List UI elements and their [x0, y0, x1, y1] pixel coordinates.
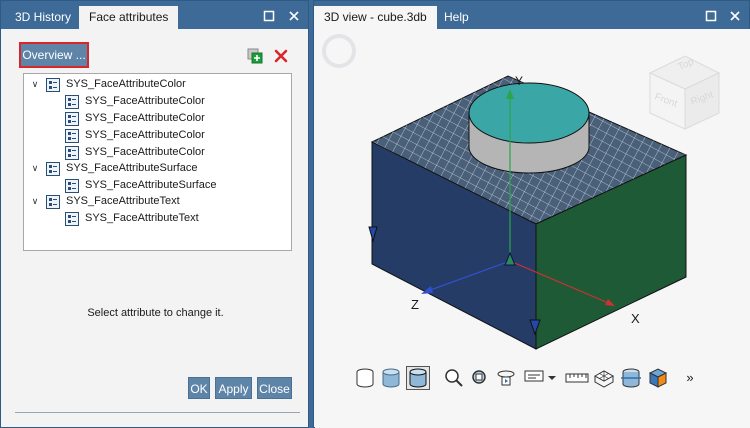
y-axis-label: Y — [515, 74, 523, 88]
add-attribute-icon[interactable] — [247, 48, 263, 64]
attribute-tree: ∨ SYS_FaceAttributeColor SYS_FaceAttribu… — [23, 73, 292, 251]
z-axis-label: Z — [411, 297, 419, 312]
rotate-icon[interactable] — [494, 366, 518, 390]
zoom-fit-icon[interactable] — [468, 366, 492, 390]
right-tabbar: 3D view - cube.3db Help — [314, 1, 749, 29]
tab-3d-view[interactable]: 3D view - cube.3db — [314, 6, 437, 29]
overview-button[interactable]: Overview ... — [19, 42, 89, 68]
dropdown-arrow-icon[interactable] — [547, 366, 557, 390]
attribute-icon — [65, 212, 79, 226]
x-axis-label: X — [631, 311, 640, 326]
display-settings-icon[interactable] — [523, 366, 547, 390]
tree-item-label: SYS_FaceAttributeSurface — [66, 162, 198, 174]
cube-model[interactable] — [370, 75, 688, 350]
view-cube[interactable]: Top Front Right — [648, 55, 721, 130]
chevron-down-icon[interactable]: ∨ — [30, 160, 40, 177]
ok-button[interactable]: OK — [188, 377, 210, 399]
delete-attribute-icon[interactable] — [273, 48, 289, 64]
more-tools-icon[interactable]: » — [678, 366, 702, 390]
zoom-icon[interactable] — [442, 366, 466, 390]
maximize-icon[interactable] — [262, 9, 276, 23]
divider — [15, 412, 300, 413]
attribute-icon — [65, 95, 79, 109]
wireframe-view-icon[interactable] — [353, 366, 377, 390]
tab-face-attributes[interactable]: Face attributes — [79, 6, 179, 29]
tree-item-label: SYS_FaceAttributeColor — [85, 112, 205, 124]
attribute-icon — [65, 129, 79, 143]
apply-button[interactable]: Apply — [215, 377, 252, 399]
mesh-icon[interactable] — [592, 366, 616, 390]
face-attributes-panel: 3D History Face attributes Overview ... … — [0, 0, 309, 428]
cylinder-feature[interactable] — [468, 82, 590, 174]
measure-icon[interactable] — [565, 366, 589, 390]
tab-3d-history[interactable]: 3D History — [5, 6, 81, 29]
tree-item-label: SYS_FaceAttributeText — [66, 195, 180, 207]
chevron-down-icon[interactable]: ∨ — [30, 76, 40, 93]
shaded-view-icon[interactable] — [379, 366, 403, 390]
tree-item-label: SYS_FaceAttributeSurface — [85, 179, 217, 191]
3d-view-panel: 3D view - cube.3db Help Top Front Right … — [313, 0, 750, 428]
attribute-group-icon — [46, 78, 60, 92]
tab-help[interactable]: Help — [434, 6, 479, 29]
left-tabbar: 3D History Face attributes — [1, 1, 308, 29]
section-view-icon[interactable] — [619, 366, 643, 390]
color-view-icon[interactable] — [646, 366, 670, 390]
attribute-icon — [65, 179, 79, 193]
chevron-down-icon[interactable]: ∨ — [30, 193, 40, 210]
tree-item-label: SYS_FaceAttributeColor — [85, 95, 205, 107]
attribute-icon — [65, 112, 79, 126]
close-button[interactable]: Close — [257, 377, 292, 399]
navigation-ring-icon[interactable] — [322, 34, 356, 68]
attribute-icon — [65, 146, 79, 160]
attribute-group-icon — [46, 162, 60, 176]
close-icon[interactable] — [728, 9, 742, 23]
close-icon[interactable] — [287, 9, 301, 23]
shaded-edges-view-icon[interactable] — [406, 366, 430, 390]
tree-item-label: SYS_FaceAttributeColor — [85, 146, 205, 158]
tree-item-label: SYS_FaceAttributeColor — [85, 129, 205, 141]
attribute-group-icon — [46, 195, 60, 209]
maximize-icon[interactable] — [704, 9, 718, 23]
tree-item-label: SYS_FaceAttributeColor — [66, 78, 186, 90]
hint-text: Select attribute to change it. — [87, 307, 224, 319]
3d-viewport[interactable]: Top Front Right Y Z X » — [315, 29, 750, 428]
tree-item-label: SYS_FaceAttributeText — [85, 212, 199, 224]
